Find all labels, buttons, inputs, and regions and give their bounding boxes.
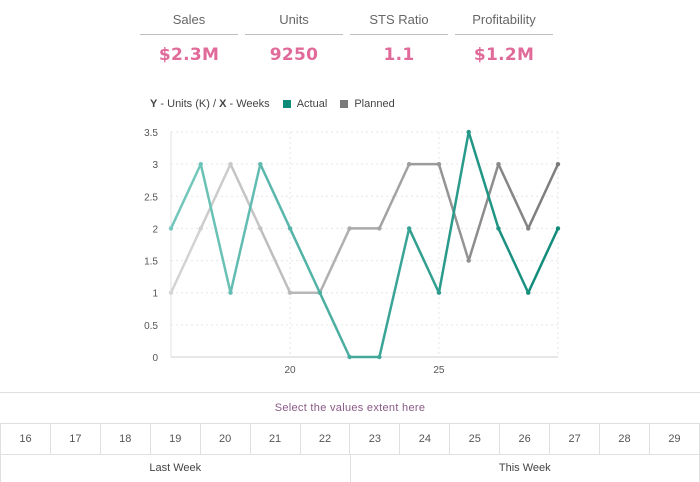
planned-series-point (288, 291, 292, 295)
kpi-sales-label: Sales (140, 6, 238, 35)
planned-series-point (437, 162, 441, 166)
planned-series-segment (379, 164, 409, 228)
planned-series-segment (320, 228, 350, 292)
x-tick-label: 25 (433, 365, 445, 376)
kpi-sts-ratio-value: 1.1 (350, 45, 448, 65)
actual-series-segment (260, 164, 290, 228)
week-cell-29[interactable]: 29 (649, 424, 700, 454)
actual-series-point (377, 355, 381, 359)
axes-description: Y - Units (K) / X - Weeks (150, 98, 270, 110)
actual-series-point (496, 226, 500, 230)
y-tick-label: 1.5 (144, 257, 158, 268)
legend-swatch-actual (283, 100, 291, 108)
actual-series-point (228, 291, 232, 295)
chart-legend: Y - Units (K) / X - Weeks Actual Planned (150, 98, 395, 116)
week-cell-20[interactable]: 20 (200, 424, 250, 454)
actual-series-segment (290, 228, 320, 292)
actual-series-point (347, 355, 351, 359)
kpi-units-value: 9250 (245, 45, 343, 65)
kpi-sales: Sales $2.3M (140, 6, 238, 76)
y-tick-label: 0 (152, 353, 158, 364)
planned-series-point (526, 226, 530, 230)
actual-series-point (407, 226, 411, 230)
kpi-panel: Sales $2.3M Units 9250 STS Ratio 1.1 Pro… (140, 6, 552, 76)
week-cell-18[interactable]: 18 (100, 424, 150, 454)
week-range-selector: Select the values extent here 1617181920… (0, 392, 700, 480)
y-tick-label: 1 (152, 289, 158, 300)
axes-description-suffix: - Weeks (226, 98, 269, 110)
actual-series-point (169, 226, 173, 230)
planned-series-point (556, 162, 560, 166)
actual-series-segment (231, 164, 261, 293)
week-cell-19[interactable]: 19 (150, 424, 200, 454)
week-cell-26[interactable]: 26 (499, 424, 549, 454)
y-tick-label: 2 (152, 224, 158, 235)
week-cell-21[interactable]: 21 (250, 424, 300, 454)
legend-label-actual: Actual (297, 98, 328, 110)
kpi-sts-ratio: STS Ratio 1.1 (350, 6, 448, 76)
kpi-sts-ratio-label: STS Ratio (350, 6, 448, 35)
week-cell-23[interactable]: 23 (349, 424, 399, 454)
planned-series-point (258, 226, 262, 230)
actual-series-segment (320, 293, 350, 357)
axes-description-middle: - Units (K) / (157, 98, 219, 110)
x-tick-label: 20 (285, 365, 297, 376)
this-week-button[interactable]: This Week (350, 455, 700, 482)
week-cell-28[interactable]: 28 (599, 424, 649, 454)
week-cell-22[interactable]: 22 (300, 424, 350, 454)
range-selector-title: Select the values extent here (0, 392, 700, 424)
last-week-button[interactable]: Last Week (0, 455, 350, 482)
week-cell-16[interactable]: 16 (0, 424, 50, 454)
actual-series-segment (409, 228, 439, 292)
week-cell-17[interactable]: 17 (50, 424, 100, 454)
actual-series-point (288, 226, 292, 230)
week-cell-27[interactable]: 27 (549, 424, 599, 454)
kpi-profitability-value: $1.2M (455, 45, 553, 65)
week-cell-24[interactable]: 24 (399, 424, 449, 454)
kpi-sales-value: $2.3M (140, 45, 238, 65)
period-row: Last Week This Week (0, 455, 700, 482)
y-tick-label: 3.5 (144, 128, 158, 139)
legend-label-planned: Planned (354, 98, 394, 110)
planned-series-segment (231, 164, 261, 228)
actual-series-point (318, 291, 322, 295)
actual-series-point (437, 291, 441, 295)
kpi-profitability-label: Profitability (455, 6, 553, 35)
kpi-units: Units 9250 (245, 6, 343, 76)
y-tick-label: 3 (152, 160, 158, 171)
actual-series-segment (379, 228, 409, 357)
planned-series-point (199, 226, 203, 230)
actual-series-point (526, 291, 530, 295)
planned-series-point (466, 258, 470, 262)
legend-swatch-planned (340, 100, 348, 108)
kpi-profitability: Profitability $1.2M (455, 6, 553, 76)
y-tick-label: 2.5 (144, 192, 158, 203)
actual-series-point (466, 130, 470, 134)
planned-series-point (407, 162, 411, 166)
planned-series-point (496, 162, 500, 166)
week-cell-25[interactable]: 25 (449, 424, 499, 454)
actual-series-point (258, 162, 262, 166)
line-chart: 0 0.5 1 1.5 2 2.5 3 3.5 20 25 (0, 120, 700, 385)
week-cells: 1617181920212223242526272829 (0, 424, 700, 455)
y-tick-label: 0.5 (144, 321, 158, 332)
planned-series-segment (260, 228, 290, 292)
planned-series-point (228, 162, 232, 166)
legend-item-actual[interactable]: Actual (283, 98, 328, 110)
actual-series-point (556, 226, 560, 230)
planned-series-point (377, 226, 381, 230)
actual-series-point (199, 162, 203, 166)
planned-series-point (347, 226, 351, 230)
legend-item-planned[interactable]: Planned (340, 98, 394, 110)
planned-series-point (169, 291, 173, 295)
actual-series-segment (439, 132, 469, 293)
kpi-units-label: Units (245, 6, 343, 35)
